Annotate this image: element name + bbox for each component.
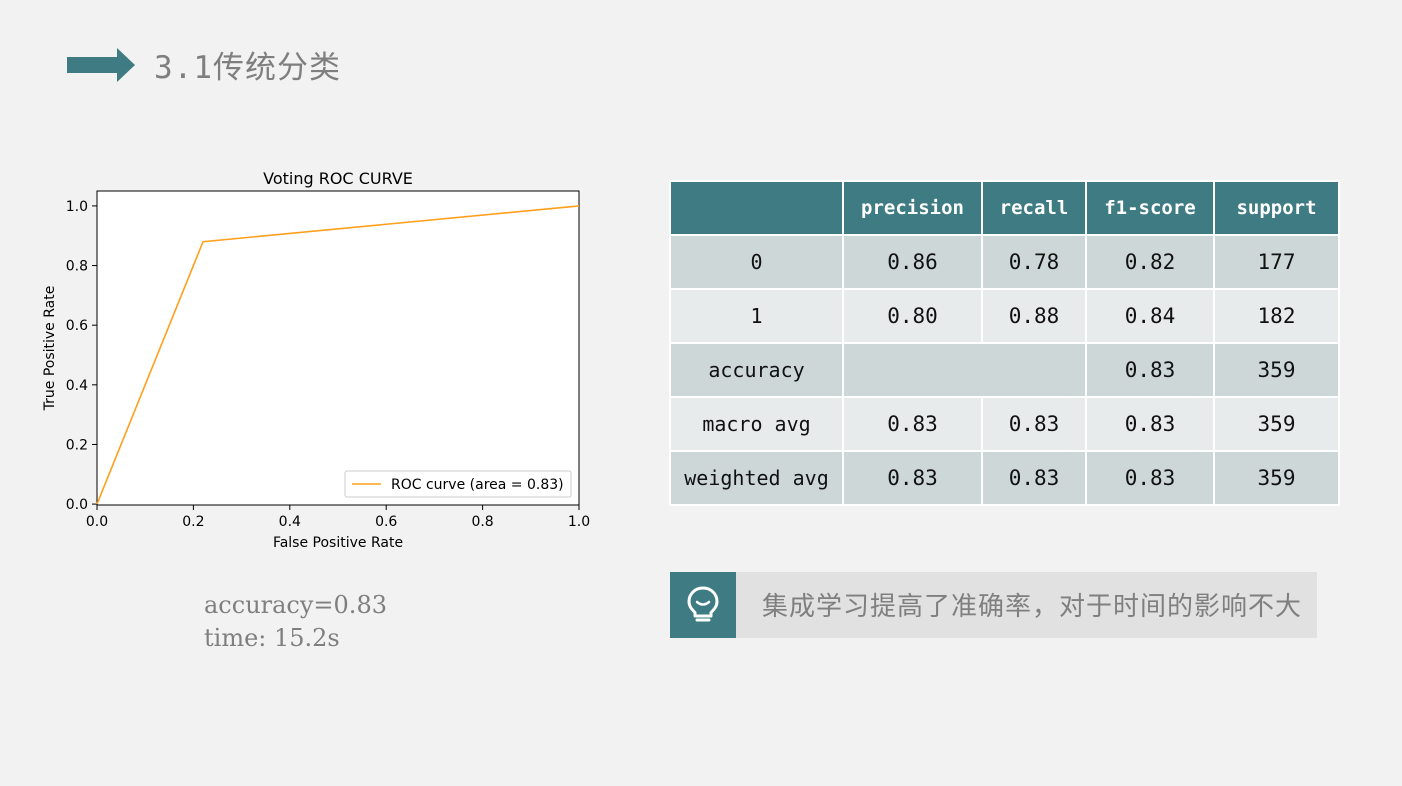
recall-cell: 0.78 [981, 234, 1087, 290]
right-arrow-icon [67, 48, 135, 82]
y-axis-label: True Positive Rate [42, 286, 58, 412]
precision-cell: 0.80 [842, 288, 983, 344]
support-cell: 182 [1213, 288, 1340, 344]
empty-cell [842, 342, 1087, 398]
y-tick-label: 1.0 [66, 199, 88, 215]
f1-cell: 0.83 [1085, 342, 1215, 398]
x-axis-label: False Positive Rate [273, 535, 403, 551]
x-tick-label: 1.0 [568, 514, 590, 530]
page-title: 3.1传统分类 [154, 50, 341, 86]
x-tick-label: 0.8 [471, 514, 493, 530]
note-icon-box [670, 572, 736, 638]
row-label: 0 [669, 234, 844, 290]
y-axis-ticks: 0.0 0.2 0.4 0.6 0.8 1.0 [66, 199, 97, 513]
plot-area [96, 190, 580, 506]
header-support: support [1213, 180, 1340, 236]
x-tick-label: 0.6 [375, 514, 397, 530]
conclusion-note: 集成学习提高了准确率，对于时间的影响不大 [670, 572, 1317, 638]
header-recall: recall [981, 180, 1087, 236]
support-cell: 359 [1213, 342, 1340, 398]
f1-cell: 0.83 [1085, 450, 1215, 506]
table-row: accuracy 0.83 359 [669, 342, 1340, 398]
table-row: weighted avg 0.83 0.83 0.83 359 [669, 450, 1340, 506]
header-f1-score: f1-score [1085, 180, 1215, 236]
header-empty [669, 180, 844, 236]
support-cell: 359 [1213, 450, 1340, 506]
row-label: weighted avg [669, 450, 844, 506]
classification-report-table: precision recall f1-score support 0 0.86… [669, 180, 1340, 506]
y-tick-label: 0.6 [66, 318, 88, 334]
legend: ROC curve (area = 0.83) [344, 470, 572, 498]
legend-label: ROC curve (area = 0.83) [391, 477, 564, 493]
f1-cell: 0.83 [1085, 396, 1215, 452]
y-tick-label: 0.0 [66, 497, 88, 513]
recall-cell: 0.83 [981, 450, 1087, 506]
recall-cell: 0.83 [981, 396, 1087, 452]
y-tick-label: 0.4 [66, 378, 88, 394]
precision-cell: 0.83 [842, 396, 983, 452]
x-axis-ticks: 0.0 0.2 0.4 0.6 0.8 1.0 [86, 505, 590, 530]
y-tick-label: 0.8 [66, 259, 88, 275]
accuracy-text: accuracy=0.83 [204, 591, 387, 619]
table-header-row: precision recall f1-score support [669, 180, 1340, 236]
x-tick-label: 0.4 [279, 514, 301, 530]
precision-cell: 0.83 [842, 450, 983, 506]
table-row: macro avg 0.83 0.83 0.83 359 [669, 396, 1340, 452]
row-label: macro avg [669, 396, 844, 452]
y-tick-label: 0.2 [66, 437, 88, 453]
lightbulb-icon [687, 586, 719, 622]
f1-cell: 0.84 [1085, 288, 1215, 344]
time-text: time: 15.2s [204, 624, 340, 652]
roc-chart: Voting ROC CURVE 0.0 0.2 0.4 0.6 0.8 1.0 0.00… [42, 169, 590, 551]
table-row: 0 0.86 0.78 0.82 177 [669, 234, 1340, 290]
f1-cell: 0.82 [1085, 234, 1215, 290]
precision-cell: 0.86 [842, 234, 983, 290]
row-label: 1 [669, 288, 844, 344]
note-text: 集成学习提高了准确率，对于时间的影响不大 [762, 592, 1303, 622]
support-cell: 359 [1213, 396, 1340, 452]
table-row: 1 0.80 0.88 0.84 182 [669, 288, 1340, 344]
chart-title: Voting ROC CURVE [263, 169, 413, 188]
x-tick-label: 0.0 [86, 514, 108, 530]
header-precision: precision [842, 180, 983, 236]
recall-cell: 0.88 [981, 288, 1087, 344]
support-cell: 177 [1213, 234, 1340, 290]
x-tick-label: 0.2 [182, 514, 204, 530]
row-label: accuracy [669, 342, 844, 398]
